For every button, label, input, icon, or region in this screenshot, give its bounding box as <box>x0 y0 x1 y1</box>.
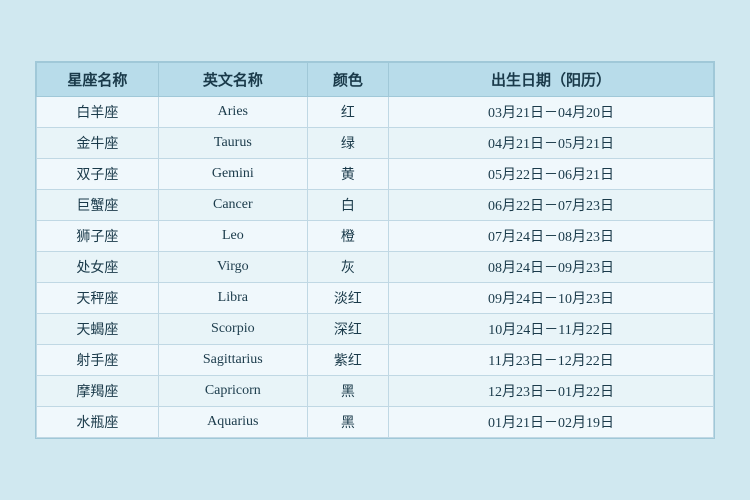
cell-en: Aquarius <box>158 407 307 438</box>
cell-zh: 处女座 <box>37 252 159 283</box>
cell-date: 10月24日－11月22日 <box>389 314 714 345</box>
cell-en: Taurus <box>158 128 307 159</box>
cell-zh: 白羊座 <box>37 97 159 128</box>
table-row: 巨蟹座Cancer白06月22日－07月23日 <box>37 190 714 221</box>
cell-en: Virgo <box>158 252 307 283</box>
cell-color: 紫红 <box>307 345 388 376</box>
cell-date: 12月23日－01月22日 <box>389 376 714 407</box>
cell-color: 黑 <box>307 407 388 438</box>
cell-zh: 狮子座 <box>37 221 159 252</box>
cell-en: Leo <box>158 221 307 252</box>
cell-zh: 水瓶座 <box>37 407 159 438</box>
cell-color: 淡红 <box>307 283 388 314</box>
cell-zh: 摩羯座 <box>37 376 159 407</box>
table-row: 白羊座Aries红03月21日－04月20日 <box>37 97 714 128</box>
cell-color: 深红 <box>307 314 388 345</box>
cell-zh: 双子座 <box>37 159 159 190</box>
cell-date: 03月21日－04月20日 <box>389 97 714 128</box>
cell-color: 白 <box>307 190 388 221</box>
cell-zh: 巨蟹座 <box>37 190 159 221</box>
cell-zh: 射手座 <box>37 345 159 376</box>
cell-color: 黑 <box>307 376 388 407</box>
header-zh: 星座名称 <box>37 63 159 97</box>
table-row: 狮子座Leo橙07月24日－08月23日 <box>37 221 714 252</box>
cell-color: 橙 <box>307 221 388 252</box>
zodiac-table: 星座名称 英文名称 颜色 出生日期（阳历） 白羊座Aries红03月21日－04… <box>36 62 714 438</box>
cell-en: Gemini <box>158 159 307 190</box>
cell-zh: 金牛座 <box>37 128 159 159</box>
cell-en: Libra <box>158 283 307 314</box>
table-row: 摩羯座Capricorn黑12月23日－01月22日 <box>37 376 714 407</box>
cell-color: 红 <box>307 97 388 128</box>
cell-zh: 天秤座 <box>37 283 159 314</box>
cell-en: Sagittarius <box>158 345 307 376</box>
table-row: 水瓶座Aquarius黑01月21日－02月19日 <box>37 407 714 438</box>
table-row: 射手座Sagittarius紫红11月23日－12月22日 <box>37 345 714 376</box>
cell-date: 04月21日－05月21日 <box>389 128 714 159</box>
header-date: 出生日期（阳历） <box>389 63 714 97</box>
cell-date: 01月21日－02月19日 <box>389 407 714 438</box>
cell-date: 07月24日－08月23日 <box>389 221 714 252</box>
cell-date: 09月24日－10月23日 <box>389 283 714 314</box>
cell-date: 05月22日－06月21日 <box>389 159 714 190</box>
cell-date: 08月24日－09月23日 <box>389 252 714 283</box>
cell-color: 黄 <box>307 159 388 190</box>
table-row: 金牛座Taurus绿04月21日－05月21日 <box>37 128 714 159</box>
cell-color: 绿 <box>307 128 388 159</box>
table-row: 双子座Gemini黄05月22日－06月21日 <box>37 159 714 190</box>
header-color: 颜色 <box>307 63 388 97</box>
cell-zh: 天蝎座 <box>37 314 159 345</box>
table-header-row: 星座名称 英文名称 颜色 出生日期（阳历） <box>37 63 714 97</box>
cell-date: 06月22日－07月23日 <box>389 190 714 221</box>
cell-en: Aries <box>158 97 307 128</box>
table-row: 处女座Virgo灰08月24日－09月23日 <box>37 252 714 283</box>
cell-date: 11月23日－12月22日 <box>389 345 714 376</box>
zodiac-table-container: 星座名称 英文名称 颜色 出生日期（阳历） 白羊座Aries红03月21日－04… <box>35 61 715 439</box>
cell-en: Cancer <box>158 190 307 221</box>
header-en: 英文名称 <box>158 63 307 97</box>
cell-color: 灰 <box>307 252 388 283</box>
table-row: 天秤座Libra淡红09月24日－10月23日 <box>37 283 714 314</box>
cell-en: Capricorn <box>158 376 307 407</box>
table-row: 天蝎座Scorpio深红10月24日－11月22日 <box>37 314 714 345</box>
cell-en: Scorpio <box>158 314 307 345</box>
